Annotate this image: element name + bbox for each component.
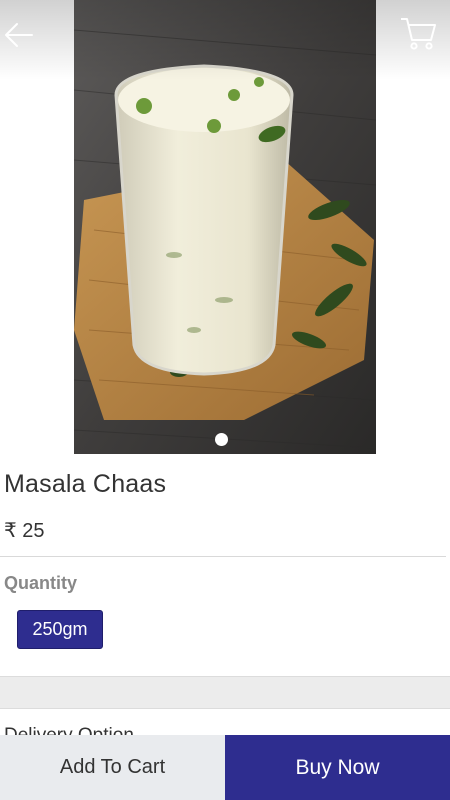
quantity-label: Quantity: [4, 573, 78, 593]
arrow-left-icon: [5, 23, 33, 47]
divider: [0, 556, 446, 557]
quantity-option-250gm[interactable]: 250gm: [17, 610, 103, 649]
back-button[interactable]: [2, 18, 36, 52]
cart-icon: [401, 18, 436, 50]
cart-button[interactable]: [398, 14, 438, 54]
buy-now-button[interactable]: Buy Now: [225, 735, 450, 800]
section-separator: [0, 676, 450, 709]
product-price: ₹ 25: [4, 520, 45, 542]
add-to-cart-button[interactable]: Add To Cart: [0, 735, 225, 800]
product-image-carousel[interactable]: [0, 0, 450, 454]
carousel-indicator-dot[interactable]: [215, 433, 228, 446]
bottom-action-bar: Add To Cart Buy Now: [0, 735, 450, 800]
product-image: [74, 0, 376, 454]
product-title: Masala Chaas: [4, 470, 167, 498]
